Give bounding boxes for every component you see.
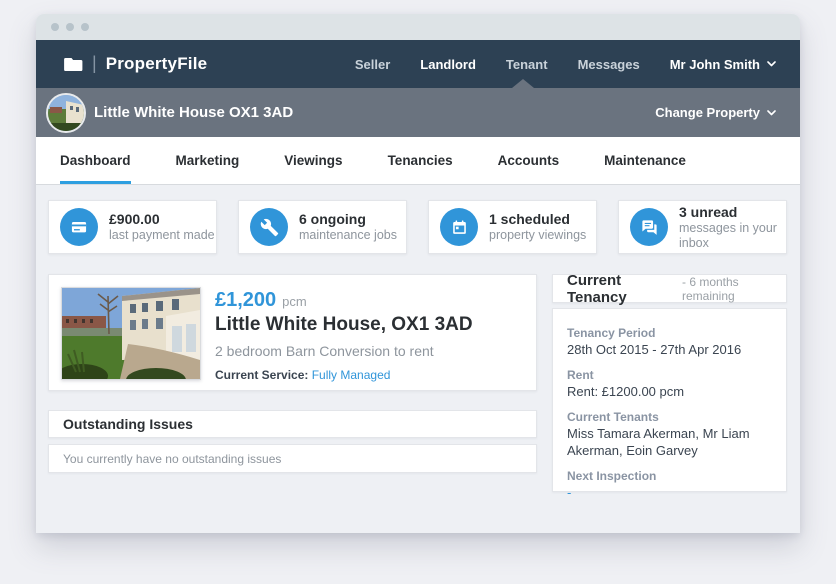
calendar-icon: [440, 208, 478, 246]
tenancy-panel-header: Current Tenancy - 6 months remaining: [552, 274, 787, 303]
stat-card-last-payment[interactable]: £900.00 last payment made: [48, 200, 217, 254]
user-menu[interactable]: Mr John Smith: [670, 57, 776, 72]
folder-icon: [64, 57, 83, 72]
tab-viewings[interactable]: Viewings: [284, 137, 342, 184]
stat-value: 3 unread: [679, 204, 786, 221]
stat-label: property viewings: [489, 228, 586, 243]
chat-icon: [630, 208, 668, 246]
section-tab-bar: Dashboard Marketing Viewings Tenancies A…: [36, 137, 800, 185]
field-label: Tenancy Period: [567, 325, 772, 341]
field-label: Current Tenants: [567, 409, 772, 425]
credit-card-icon: [60, 208, 98, 246]
listing-price-unit: pcm: [282, 294, 307, 309]
outstanding-issues-header: Outstanding Issues: [48, 410, 537, 438]
stat-value: £900.00: [109, 211, 215, 228]
tenancy-panel-body: Tenancy Period 28th Oct 2015 - 27th Apr …: [552, 308, 787, 492]
main-row: £1,200 pcm Little White House, OX1 3AD 2…: [48, 274, 787, 492]
service-label: Current Service:: [215, 368, 308, 382]
stat-label: last payment made: [109, 228, 215, 243]
tab-marketing[interactable]: Marketing: [176, 137, 240, 184]
tenancy-field-period: Tenancy Period 28th Oct 2015 - 27th Apr …: [567, 325, 772, 358]
stat-label: messages in your inbox: [679, 221, 786, 251]
tab-tenancies[interactable]: Tenancies: [388, 137, 453, 184]
stat-value: 6 ongoing: [299, 211, 397, 228]
wrench-icon: [250, 208, 288, 246]
browser-window: | PropertyFile Seller Landlord Tenant Me…: [36, 14, 800, 533]
property-listing-card[interactable]: £1,200 pcm Little White House, OX1 3AD 2…: [48, 274, 537, 391]
tenancy-field-rent: Rent Rent: £1200.00 pcm: [567, 367, 772, 400]
current-tenancy-panel: Current Tenancy - 6 months remaining Ten…: [552, 274, 787, 492]
propertyfile-logo[interactable]: | PropertyFile: [64, 54, 207, 74]
nav-item-tenant[interactable]: Tenant: [506, 57, 548, 72]
window-button-maximize[interactable]: [81, 23, 89, 31]
listing-title: Little White House, OX1 3AD: [215, 314, 473, 336]
outstanding-issues-title: Outstanding Issues: [63, 416, 193, 432]
stat-card-messages[interactable]: 3 unread messages in your inbox: [618, 200, 787, 254]
user-menu-label: Mr John Smith: [670, 57, 760, 72]
active-nav-pointer: [512, 79, 534, 88]
outstanding-issues-empty-message: You currently have no outstanding issues: [63, 452, 281, 466]
listing-price: £1,200: [215, 289, 276, 312]
stat-card-maintenance-jobs[interactable]: 6 ongoing maintenance jobs: [238, 200, 407, 254]
dashboard-content: £900.00 last payment made 6 ongoing main…: [36, 185, 800, 533]
field-value: 28th Oct 2015 - 27th Apr 2016: [567, 341, 772, 358]
field-label: Next Inspection: [567, 468, 772, 484]
stat-card-viewings[interactable]: 1 scheduled property viewings: [428, 200, 597, 254]
nav-item-landlord[interactable]: Landlord: [420, 57, 476, 72]
tenancy-title: Current Tenancy: [567, 272, 676, 306]
listing-info: £1,200 pcm Little White House, OX1 3AD 2…: [215, 287, 473, 378]
browser-chrome-bar: [36, 14, 800, 40]
outstanding-issues-body: You currently have no outstanding issues: [48, 444, 537, 473]
logo-separator: |: [92, 53, 97, 74]
window-button-minimize[interactable]: [66, 23, 74, 31]
chevron-down-icon: [767, 61, 776, 67]
left-column: £1,200 pcm Little White House, OX1 3AD 2…: [48, 274, 537, 473]
field-value: Rent: £1200.00 pcm: [567, 383, 772, 400]
field-value: Miss Tamara Akerman, Mr Liam Akerman, Eo…: [567, 425, 772, 459]
tenancy-field-tenants: Current Tenants Miss Tamara Akerman, Mr …: [567, 409, 772, 459]
app-header: | PropertyFile Seller Landlord Tenant Me…: [36, 40, 800, 88]
service-value-link[interactable]: Fully Managed: [312, 368, 391, 382]
nav-item-messages[interactable]: Messages: [578, 57, 640, 72]
tab-maintenance[interactable]: Maintenance: [604, 137, 686, 184]
property-photo: [61, 287, 201, 380]
stat-label: maintenance jobs: [299, 228, 397, 243]
chevron-down-icon: [767, 110, 776, 116]
nav-item-seller[interactable]: Seller: [355, 57, 390, 72]
property-avatar[interactable]: [46, 93, 86, 133]
logo-text: PropertyFile: [106, 54, 208, 74]
listing-subtitle: 2 bedroom Barn Conversion to rent: [215, 343, 473, 359]
change-property-label: Change Property: [655, 105, 760, 120]
top-nav: Seller Landlord Tenant Messages Mr John …: [355, 57, 776, 72]
stats-row: £900.00 last payment made 6 ongoing main…: [48, 200, 787, 254]
tab-dashboard[interactable]: Dashboard: [60, 137, 131, 184]
tab-accounts[interactable]: Accounts: [498, 137, 560, 184]
field-label: Rent: [567, 367, 772, 383]
property-bar-title: Little White House OX1 3AD: [94, 104, 293, 121]
window-button-close[interactable]: [51, 23, 59, 31]
tenancy-field-next-inspection: Next Inspection -: [567, 468, 772, 501]
next-inspection-link[interactable]: -: [567, 484, 772, 501]
change-property-button[interactable]: Change Property: [655, 105, 776, 120]
stat-value: 1 scheduled: [489, 211, 586, 228]
tenancy-remaining: - 6 months remaining: [682, 275, 786, 303]
property-bar: Little White House OX1 3AD Change Proper…: [36, 88, 800, 137]
